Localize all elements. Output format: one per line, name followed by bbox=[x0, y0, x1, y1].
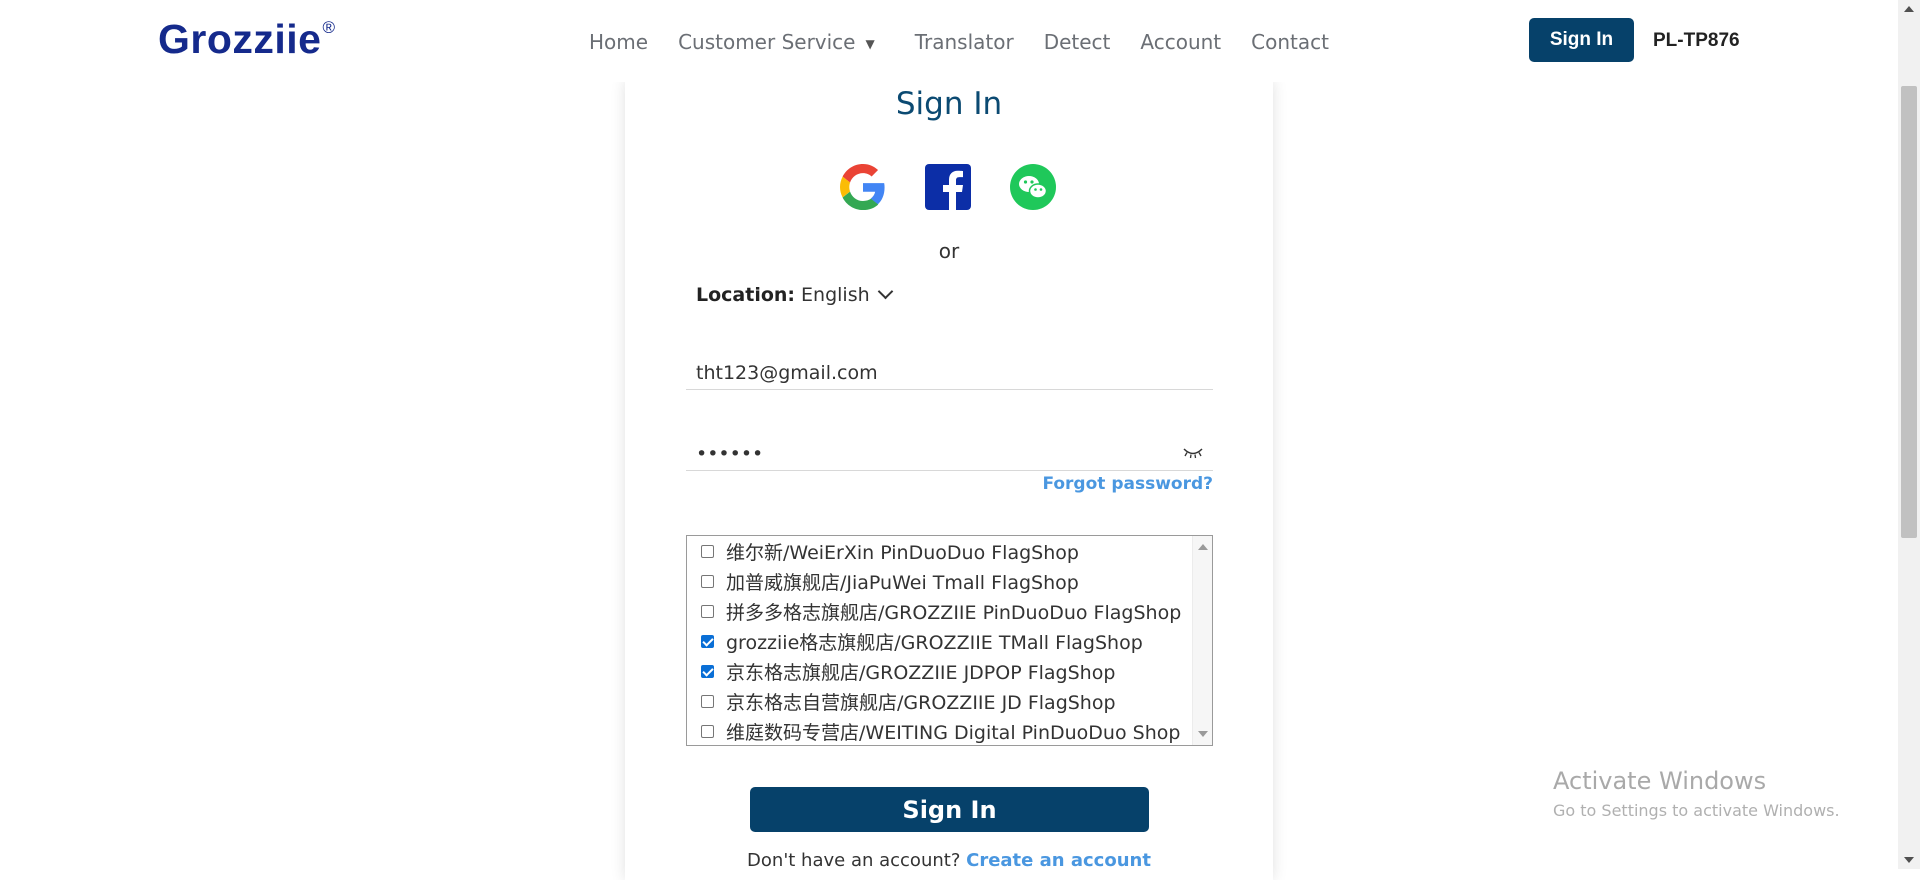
activate-windows-title: Activate Windows bbox=[1553, 767, 1767, 795]
forgot-password-link[interactable]: Forgot password? bbox=[1042, 474, 1213, 494]
header-signin-button[interactable]: Sign In bbox=[1529, 18, 1634, 62]
scroll-down-icon[interactable] bbox=[1198, 731, 1208, 737]
scroll-down-icon[interactable] bbox=[1904, 857, 1914, 863]
shop-checkbox[interactable] bbox=[701, 694, 714, 708]
site-header: Grozziie® Home Customer Service ▼ Transla… bbox=[0, 0, 1898, 82]
shop-list[interactable]: 维尔新/WeiErXin PinDuoDuo FlagShop 加普威旗舰店/J… bbox=[686, 535, 1213, 746]
email-field[interactable] bbox=[686, 356, 1213, 390]
nav-customer-service-label: Customer Service bbox=[678, 30, 856, 54]
nav-contact[interactable]: Contact bbox=[1251, 30, 1329, 54]
shop-checkbox[interactable] bbox=[701, 604, 714, 618]
shop-label: 加普威旗舰店/JiaPuWei Tmall FlagShop bbox=[726, 571, 1079, 594]
no-account-text: Don't have an account? bbox=[747, 850, 961, 871]
signin-submit-button[interactable]: Sign In bbox=[750, 787, 1149, 832]
google-icon[interactable] bbox=[840, 164, 886, 210]
brand-logo[interactable]: Grozziie® bbox=[158, 16, 336, 63]
shop-option[interactable]: 加普威旗舰店/JiaPuWei Tmall FlagShop bbox=[701, 568, 1079, 594]
shop-label: 维庭数码专营店/WEITING Digital PinDuoDuo Shop bbox=[726, 721, 1181, 744]
or-divider: or bbox=[938, 239, 960, 263]
wechat-icon[interactable] bbox=[1010, 164, 1056, 210]
shop-checkbox[interactable] bbox=[701, 664, 714, 678]
password-field[interactable] bbox=[686, 437, 1213, 471]
shop-checkbox[interactable] bbox=[701, 574, 714, 588]
shop-label: 维尔新/WeiErXin PinDuoDuo FlagShop bbox=[726, 541, 1079, 564]
shop-label: 拼多多格志旗舰店/GROZZIIE PinDuoDuo FlagShop bbox=[726, 601, 1182, 624]
shop-option[interactable]: grozziie格志旗舰店/GROZZIIE TMall FlagShop bbox=[701, 628, 1143, 654]
scrollbar-thumb[interactable] bbox=[1901, 86, 1917, 538]
create-account-link[interactable]: Create an account bbox=[966, 850, 1151, 871]
scroll-up-icon[interactable] bbox=[1198, 544, 1208, 550]
nav-detect[interactable]: Detect bbox=[1044, 30, 1111, 54]
shop-option[interactable]: 拼多多格志旗舰店/GROZZIIE PinDuoDuo FlagShop bbox=[701, 598, 1181, 624]
main-nav: Home Customer Service ▼ Translator Detect… bbox=[589, 30, 1359, 54]
eye-closed-icon[interactable] bbox=[1182, 446, 1204, 460]
shop-checkbox[interactable] bbox=[701, 634, 714, 648]
shop-option[interactable]: 维尔新/WeiErXin PinDuoDuo FlagShop bbox=[701, 538, 1079, 564]
page-title: Sign In bbox=[895, 86, 1003, 122]
shop-label: 京东格志自营旗舰店/GROZZIIE JD FlagShop bbox=[726, 691, 1116, 714]
shop-checkbox[interactable] bbox=[701, 544, 714, 558]
social-login-group bbox=[840, 164, 1095, 210]
chevron-down-icon[interactable] bbox=[877, 283, 893, 299]
location-value[interactable]: English bbox=[801, 284, 870, 306]
page-scrollbar[interactable] bbox=[1898, 0, 1920, 869]
location-label: Location: bbox=[696, 284, 796, 306]
caret-down-icon: ▼ bbox=[865, 36, 875, 51]
shop-option[interactable]: 京东格志自营旗舰店/GROZZIIE JD FlagShop bbox=[701, 688, 1116, 714]
shop-option[interactable]: 京东格志旗舰店/GROZZIIE JDPOP FlagShop bbox=[701, 658, 1115, 684]
scroll-up-icon[interactable] bbox=[1904, 6, 1914, 12]
nav-home[interactable]: Home bbox=[589, 30, 648, 54]
account-code: PL-TP876 bbox=[1653, 30, 1740, 51]
location-selector[interactable]: Location: English bbox=[696, 283, 893, 306]
registered-mark: ® bbox=[322, 18, 336, 37]
nav-translator[interactable]: Translator bbox=[915, 30, 1014, 54]
nav-account[interactable]: Account bbox=[1140, 30, 1221, 54]
shop-checkbox[interactable] bbox=[701, 724, 714, 738]
shop-label: 京东格志旗舰店/GROZZIIE JDPOP FlagShop bbox=[726, 661, 1116, 684]
shop-option[interactable]: 维庭数码专营店/WEITING Digital PinDuoDuo Shop bbox=[701, 718, 1180, 744]
shop-label: grozziie格志旗舰店/GROZZIIE TMall FlagShop bbox=[726, 631, 1143, 654]
facebook-icon[interactable] bbox=[925, 164, 971, 210]
nav-customer-service[interactable]: Customer Service ▼ bbox=[678, 30, 875, 54]
signup-prompt: Don't have an account? Create an account bbox=[625, 850, 1273, 871]
activate-windows-subtitle: Go to Settings to activate Windows. bbox=[1553, 801, 1840, 820]
logo-text: Grozziie bbox=[158, 16, 322, 62]
shop-list-scrollbar[interactable] bbox=[1192, 536, 1212, 745]
